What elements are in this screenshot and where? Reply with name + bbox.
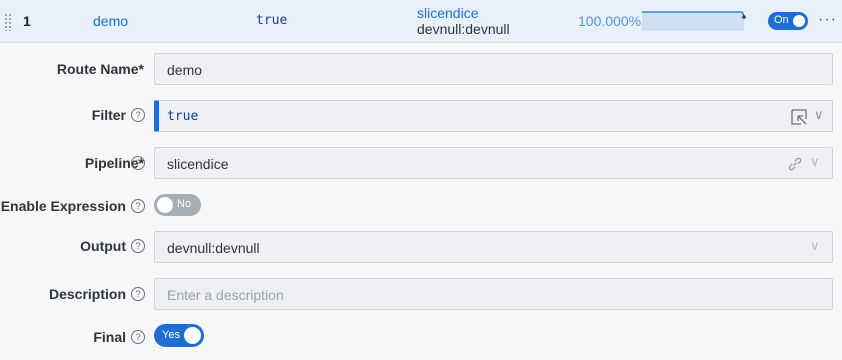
enable-expression-toggle[interactable]: No [154,194,201,216]
enable-expression-toggle-label: No [177,198,192,210]
route-name-summary: demo [93,13,129,29]
route-enabled-toggle[interactable]: On [768,12,808,30]
help-icon[interactable]: ? [131,330,145,344]
sparkline-point [742,15,746,19]
description-placeholder: Enter a description [167,287,284,303]
pipeline-value: slicendice [167,156,229,172]
pipeline-select[interactable]: slicendice ∨ [154,147,833,179]
chevron-down-icon[interactable]: ∨ [810,154,820,170]
toggle-knob [793,15,805,27]
expand-editor-icon[interactable] [790,108,808,126]
route-name-value: demo [167,62,203,78]
output-value: devnull:devnull [167,240,260,256]
sparkline-area [642,12,744,31]
filter-summary: true [256,13,288,28]
filter-label: Filter [91,107,126,123]
description-input[interactable]: Enter a description [154,278,833,310]
final-toggle-label: Yes [162,329,180,341]
chevron-down-icon[interactable]: ∨ [814,107,824,123]
help-icon[interactable]: ? [131,287,145,301]
route-enabled-toggle-label: On [774,14,789,26]
link-icon[interactable] [787,156,803,172]
more-icon[interactable]: ··· [818,11,837,29]
output-summary: devnull:devnull [417,21,510,37]
toggle-knob [184,327,201,344]
help-icon[interactable]: ? [131,239,145,253]
help-icon[interactable]: ? [131,156,145,170]
enable-expression-label: Enable Expression [0,198,126,214]
route-name-input[interactable]: demo [154,53,833,85]
help-icon[interactable]: ? [131,199,145,213]
route-name-label: Route Name* [56,61,144,77]
description-label: Description [48,286,126,302]
route-number: 1 [23,13,31,29]
output-label: Output [80,238,126,254]
output-select[interactable]: devnull:devnull ∨ [154,231,833,263]
final-toggle[interactable]: Yes [154,324,204,347]
help-icon[interactable]: ? [131,108,145,122]
filter-expression-input[interactable]: true ∨ [154,100,833,132]
toggle-knob [157,197,173,213]
pipeline-link[interactable]: slicendice [417,5,478,21]
drag-handle-icon[interactable] [4,13,12,31]
filter-value: true [167,109,199,124]
route-summary-row[interactable]: 1 demo true slicendice devnull:devnull 1… [0,0,842,43]
chevron-down-icon[interactable]: ∨ [810,238,820,254]
traffic-sparkline [642,11,746,31]
traffic-percent: 100.000% [578,13,642,29]
final-label: Final [93,329,126,345]
